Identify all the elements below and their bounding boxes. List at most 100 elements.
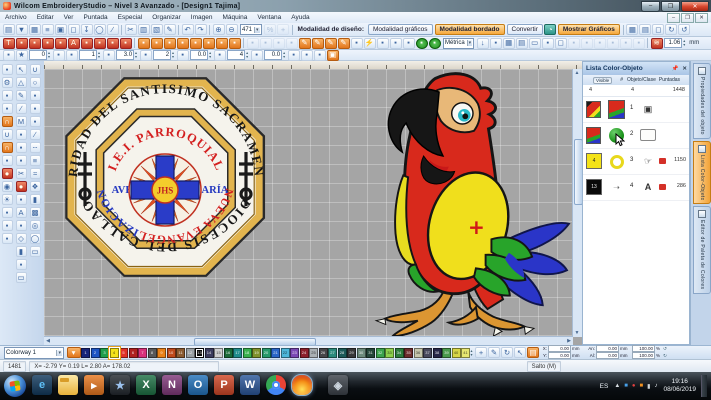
value-field-13[interactable]: 4 <box>227 50 245 60</box>
palette-swatch-23[interactable]: 23 <box>290 348 299 358</box>
table-tool-icon[interactable]: ▤ <box>516 38 528 49</box>
applique-tool-icon[interactable]: A <box>68 38 80 49</box>
tatami-digitize-icon[interactable]: ▪ <box>42 38 54 49</box>
punch-complex-icon[interactable]: ▪ <box>120 38 132 49</box>
rotate-hoop-icon[interactable]: ↻ <box>665 24 677 35</box>
scroll-down-icon[interactable]: ▼ <box>573 329 581 337</box>
diamond-tool-icon[interactable]: ◇ <box>16 233 27 244</box>
menu-imagen[interactable]: Imagen <box>186 14 218 21</box>
palette-swatch-30[interactable]: 30 <box>357 348 366 358</box>
pen-tool-icon[interactable]: ✎ <box>16 90 27 101</box>
zoom-in-icon[interactable]: ⊕ <box>213 24 225 35</box>
media-player-icon[interactable]: ▸ <box>84 375 104 395</box>
travel-left-icon[interactable]: ▪ <box>273 38 285 49</box>
lettering-object-icon[interactable]: A <box>640 179 656 195</box>
palette-swatch-34[interactable]: 34 <box>395 348 404 358</box>
reshape-tool-icon[interactable]: △ <box>16 77 27 88</box>
palette-swatch-39[interactable]: 39 <box>442 348 451 358</box>
paste-icon[interactable]: ▧ <box>151 24 163 35</box>
close-button[interactable] <box>681 1 709 12</box>
lettering-tool-icon[interactable]: T <box>3 38 15 49</box>
pencil-tan-icon[interactable]: ✎ <box>325 38 337 49</box>
word-icon[interactable]: W <box>240 375 260 395</box>
rectangle-tool-icon[interactable]: ▭ <box>30 246 41 257</box>
lightning-effect-icon[interactable]: ⚡ <box>364 38 376 49</box>
satin-stitch-icon[interactable]: ▪ <box>138 38 150 49</box>
closed-shape-icon[interactable]: ▪ <box>351 38 363 49</box>
object-preview[interactable] <box>608 100 625 119</box>
contour-tool-icon[interactable]: ◎ <box>30 220 41 231</box>
value-field-11[interactable]: 0.0 <box>190 50 208 60</box>
side-tab-editor-de-paleta-de-colores[interactable]: Editor de Paleta de Colores <box>693 206 711 293</box>
value-field-7[interactable]: 3.0 <box>116 50 134 60</box>
zigzag-stitch-icon[interactable]: ≈ <box>30 168 41 179</box>
punch-closed-icon[interactable]: ▪ <box>94 38 106 49</box>
filter-c-icon[interactable]: ▪ <box>314 50 326 61</box>
edit-thread-icon[interactable]: ✎ <box>488 347 500 358</box>
palette-swatch-16[interactable]: 16 <box>224 348 233 358</box>
filter-orange-icon[interactable]: ▣ <box>327 50 339 61</box>
hidden-icons-icon[interactable]: ▲ <box>614 383 620 389</box>
satin-digitize-icon[interactable]: ▪ <box>29 38 41 49</box>
palette-swatch-10[interactable]: 10 <box>167 348 176 358</box>
palette-swatch-24[interactable]: 24 <box>300 348 309 358</box>
run-digitize-icon[interactable]: ▪ <box>16 38 28 49</box>
tatami-stitch-icon[interactable]: ▪ <box>151 38 163 49</box>
stop-tool-icon[interactable]: ● <box>16 181 27 192</box>
palette-swatch-32[interactable]: 32 <box>376 348 385 358</box>
y-field[interactable]: 0.00 <box>548 352 571 359</box>
pencil-orange-icon[interactable]: ✎ <box>312 38 324 49</box>
filter-b-icon[interactable]: ▪ <box>301 50 313 61</box>
movie-maker-icon[interactable]: ★ <box>110 375 130 395</box>
pointer-tool-icon[interactable]: ↖ <box>16 64 27 75</box>
color-swatch[interactable]: 13 <box>586 179 602 195</box>
offset-small-icon[interactable]: ▪ <box>177 50 189 61</box>
grid-select-icon[interactable]: ▪ <box>2 64 13 75</box>
figure-tool-icon[interactable]: ▪ <box>16 259 27 270</box>
node-small-icon[interactable]: ▪ <box>53 50 65 61</box>
value-spinner-15[interactable]: ▴▾ <box>283 51 285 59</box>
curve-fill-icon[interactable]: ▪ <box>2 155 13 166</box>
redo-icon[interactable]: ↷ <box>195 24 207 35</box>
circle-fill-icon[interactable]: ● <box>2 168 13 179</box>
stitch-length-field[interactable]: 1.06 <box>664 38 682 48</box>
grid-tool-icon[interactable]: ▦ <box>503 38 515 49</box>
shape-b-icon[interactable]: ▪ <box>30 116 41 127</box>
palette-swatch-8[interactable]: 8 <box>148 348 157 358</box>
menu-ver[interactable]: Ver <box>59 14 79 21</box>
palette-swatch-6[interactable]: 6 <box>129 348 138 358</box>
closed-curve-icon[interactable]: ○ <box>30 77 41 88</box>
palette-scroll-spinner[interactable]: ▴▾ <box>471 349 473 357</box>
palette-swatch-11[interactable]: 11 <box>176 348 185 358</box>
network-icon[interactable]: ▮ <box>647 383 650 390</box>
start-end-tool-icon[interactable]: ▪ <box>2 103 13 114</box>
punch-open-icon[interactable]: ▪ <box>81 38 93 49</box>
scene-tool-icon[interactable]: ▪ <box>390 38 402 49</box>
palette-swatch-35[interactable]: 35 <box>404 348 413 358</box>
show-desktop-button[interactable] <box>701 375 707 397</box>
flexi-split-icon[interactable]: ▪ <box>229 38 241 49</box>
pan-tool-icon[interactable]: + <box>277 24 289 35</box>
onenote-icon[interactable]: N <box>162 375 182 395</box>
horizontal-scroll-thumb[interactable] <box>194 338 316 345</box>
object-row-2[interactable]: 2 <box>583 123 689 149</box>
palette-swatch-9[interactable]: 9 <box>157 348 166 358</box>
monitor-tool-icon[interactable]: ▭ <box>529 38 541 49</box>
add-color-icon[interactable]: + <box>475 347 487 358</box>
powerpoint-icon[interactable]: P <box>214 375 234 395</box>
convert-button[interactable]: Convertir <box>507 24 543 35</box>
scroll-left-icon[interactable]: ◀ <box>44 337 52 345</box>
menu-ayuda[interactable]: Ayuda <box>286 14 314 21</box>
show-graphics-button[interactable]: Mostrar Gráficos <box>558 24 620 35</box>
zoom-level-combo[interactable]: 471 <box>240 24 262 35</box>
motif-stitch-icon[interactable]: ▪ <box>164 38 176 49</box>
sim-6-icon[interactable]: ▪ <box>633 38 645 49</box>
palette-swatch-7[interactable]: 7 <box>138 348 147 358</box>
outlook-icon[interactable]: O <box>188 375 208 395</box>
doc-restore-button[interactable] <box>681 13 694 23</box>
wheel-tool-icon[interactable]: ⚙ <box>2 77 13 88</box>
hoop-grid-icon[interactable]: ◻ <box>652 24 664 35</box>
column-stitches[interactable]: Puntadas <box>659 77 680 83</box>
vertical-scroll-thumb[interactable] <box>574 139 582 205</box>
column-tool-icon[interactable]: ▮ <box>16 246 27 257</box>
